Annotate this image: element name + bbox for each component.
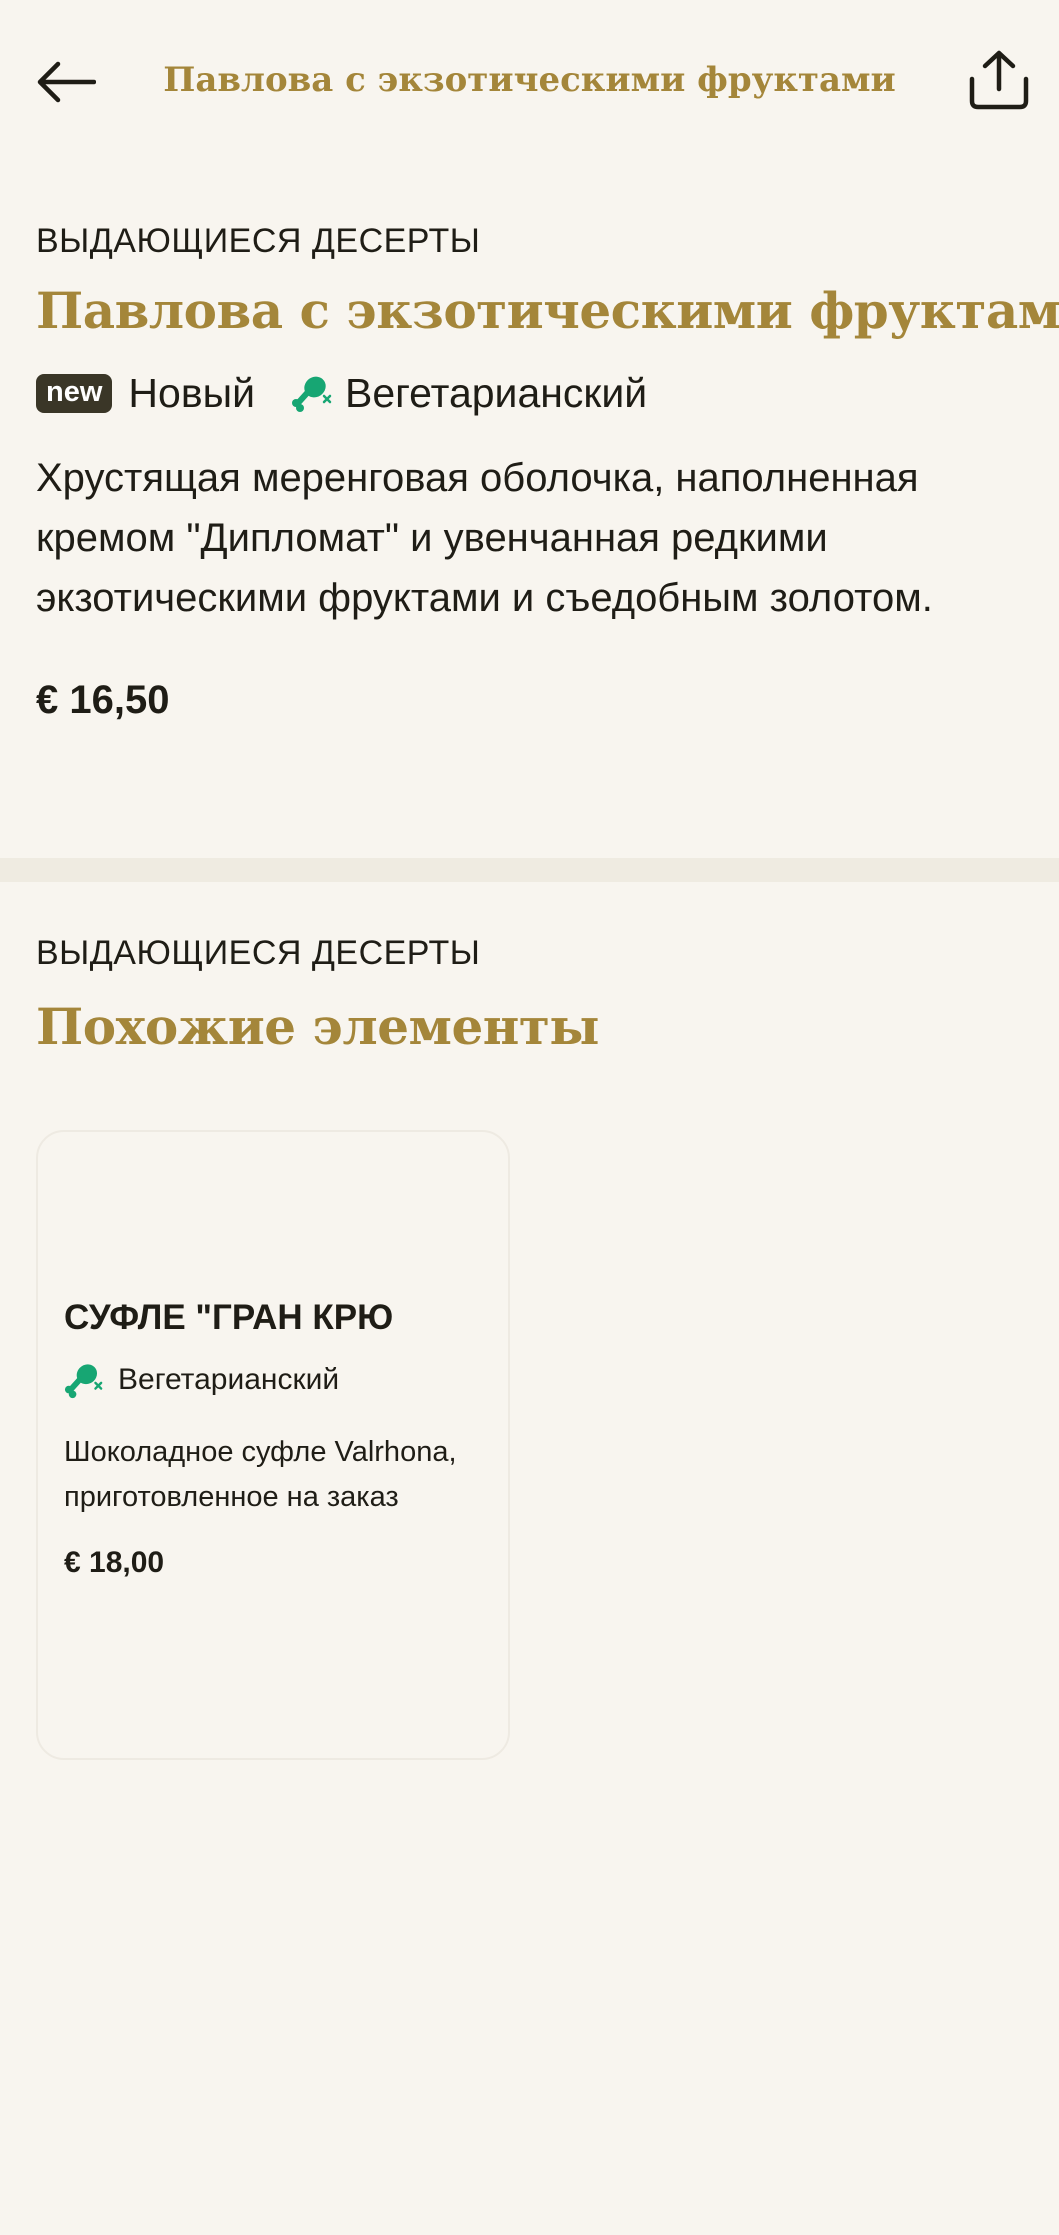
back-button[interactable]	[28, 44, 104, 120]
product-category: ВЫДАЮЩИЕСЯ ДЕСЕРТЫ	[36, 222, 481, 260]
card-vegetarian-label: Вегетарианский	[118, 1363, 340, 1396]
new-badge: new	[36, 373, 113, 413]
section-divider	[0, 858, 1059, 882]
product-title: Павлова с экзотическими фруктами	[36, 281, 1059, 340]
similar-title: Похожие элементы	[36, 997, 599, 1056]
vegetarian-drumstick-icon	[64, 1360, 104, 1400]
similar-category: ВЫДАЮЩИЕСЯ ДЕСЕРТЫ	[36, 934, 481, 972]
card-body: СУФЛЕ "ГРАН КРЮ Вегетарианский Шоколадно…	[64, 1298, 482, 1580]
similar-item-card[interactable]: СУФЛЕ "ГРАН КРЮ Вегетарианский Шоколадно…	[36, 1130, 510, 1760]
product-tags: new Новый Вегетарианский	[36, 368, 1023, 418]
vegetarian-drumstick-icon	[291, 372, 333, 414]
card-tags: Вегетарианский	[64, 1360, 482, 1400]
card-description: Шоколадное суфле Valrhona, приготовленно…	[64, 1436, 457, 1513]
similar-section: ВЫДАЮЩИЕСЯ ДЕСЕРТЫ Похожие элементы	[36, 934, 1023, 1056]
vegetarian-label: Вегетарианский	[344, 369, 648, 416]
share-icon	[969, 50, 1029, 110]
top-bar: Павлова с экзотическими фруктами	[0, 0, 1059, 170]
product-description: Хрустящая меренговая оболочка, наполненн…	[36, 456, 933, 620]
product-detail-page: Павлова с экзотическими фруктами ВЫДАЮЩИ…	[0, 0, 1059, 2235]
new-label: Новый	[128, 369, 255, 416]
header-title: Павлова с экзотическими фруктами	[163, 60, 896, 100]
arrow-left-icon	[37, 61, 96, 103]
product-price: € 16,50	[36, 678, 170, 722]
card-price: € 18,00	[64, 1546, 165, 1579]
card-title: СУФЛЕ "ГРАН КРЮ	[64, 1298, 394, 1337]
product-section: ВЫДАЮЩИЕСЯ ДЕСЕРТЫ Павлова с экзотически…	[36, 222, 1059, 723]
share-button[interactable]	[961, 40, 1037, 120]
